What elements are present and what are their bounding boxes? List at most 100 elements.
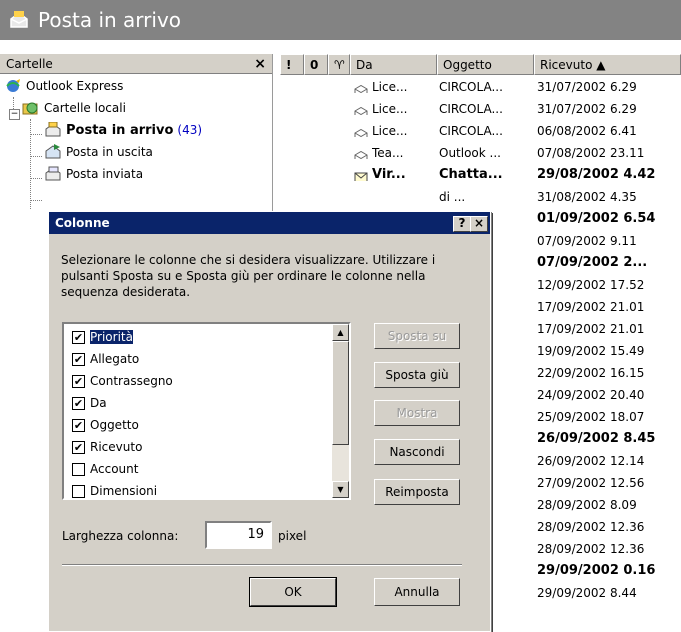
message-row[interactable]: di ... 31/08/2002 4.35 bbox=[280, 186, 681, 208]
column-width-input[interactable]: 19 bbox=[205, 521, 272, 549]
message-row[interactable]: Vir... Chatta... 29/08/2002 4.42 bbox=[280, 164, 681, 186]
hide-button[interactable]: Nascondi bbox=[374, 439, 460, 465]
message-received: 12/09/2002 17.52 bbox=[537, 278, 645, 292]
message-received: 07/09/2002 2... bbox=[537, 255, 648, 270]
inbox-icon bbox=[44, 121, 62, 138]
message-from bbox=[372, 186, 434, 208]
tree-item-sent[interactable]: Posta inviata bbox=[44, 163, 143, 185]
show-button[interactable]: Mostra bbox=[374, 400, 460, 426]
checked-checkbox-icon[interactable]: ✔ bbox=[72, 330, 85, 344]
message-received: 28/09/2002 12.36 bbox=[537, 542, 645, 556]
folders-pane-title: Cartelle bbox=[6, 56, 53, 71]
reset-button[interactable]: Reimposta bbox=[374, 479, 460, 505]
move-up-button[interactable]: Sposta su bbox=[374, 323, 460, 349]
message-subject: CIRCOLA... bbox=[439, 80, 503, 94]
listbox-scrollbar[interactable]: ▲ ▼ bbox=[332, 324, 349, 498]
column-option[interactable]: Account bbox=[66, 458, 332, 480]
message-received: 26/09/2002 12.14 bbox=[537, 454, 645, 468]
message-received: 27/09/2002 12.56 bbox=[537, 476, 645, 490]
move-down-button[interactable]: Sposta giù bbox=[374, 362, 460, 388]
local-folders-icon bbox=[22, 100, 40, 116]
message-received: 17/09/2002 21.01 bbox=[537, 300, 645, 314]
dialog-title-bar: Colonne bbox=[49, 212, 490, 234]
column-option-label: Allegato bbox=[90, 352, 140, 366]
unchecked-checkbox-icon[interactable] bbox=[72, 462, 85, 476]
window-title: Posta in arrivo bbox=[38, 8, 182, 32]
column-header-subject[interactable]: Oggetto bbox=[437, 54, 534, 75]
message-received: 31/07/2002 6.29 bbox=[537, 80, 637, 94]
column-width-label: Larghezza colonna: bbox=[62, 529, 179, 543]
column-option-label: Dimensioni bbox=[90, 484, 158, 498]
scroll-up-button[interactable]: ▲ bbox=[332, 324, 349, 341]
column-header-received[interactable]: Ricevuto ▲ bbox=[534, 54, 681, 75]
tree-item-outbox[interactable]: Posta in uscita bbox=[44, 141, 153, 163]
message-received: 19/09/2002 15.49 bbox=[537, 344, 645, 358]
column-header-flag[interactable]: ♈ bbox=[328, 54, 350, 75]
column-header-from[interactable]: Da bbox=[350, 54, 437, 75]
close-pane-button[interactable]: × bbox=[254, 56, 266, 72]
message-received: 01/09/2002 6.54 bbox=[537, 211, 656, 226]
help-button[interactable]: ? bbox=[453, 216, 471, 232]
column-option[interactable]: ✔ Da bbox=[66, 392, 332, 414]
message-row[interactable]: Lice... CIRCOLA... 06/08/2002 6.41 bbox=[280, 120, 681, 142]
column-header-priority[interactable]: ! bbox=[280, 54, 304, 75]
checked-checkbox-icon[interactable]: ✔ bbox=[72, 374, 85, 388]
column-option[interactable]: ✔ Allegato bbox=[66, 348, 332, 370]
message-subject: di ... bbox=[439, 190, 466, 204]
message-row[interactable]: Tea... Outlook ... 07/08/2002 23.11 bbox=[280, 142, 681, 164]
column-option[interactable]: Dimensioni bbox=[66, 480, 332, 498]
message-subject: CIRCOLA... bbox=[439, 124, 503, 138]
message-received: 28/09/2002 12.36 bbox=[537, 520, 645, 534]
column-option[interactable]: ✔ Priorità bbox=[66, 326, 332, 348]
folders-pane-header: Cartelle × bbox=[0, 54, 272, 74]
columns-listbox[interactable]: ✔ Priorità ✔ Allegato ✔ Contrassegno ✔ Da ✔ Ogget… bbox=[62, 322, 351, 500]
message-from: Lice... bbox=[372, 124, 408, 138]
checked-checkbox-icon[interactable]: ✔ bbox=[72, 418, 85, 432]
checked-checkbox-icon[interactable]: ✔ bbox=[72, 440, 85, 454]
tree-item-inbox[interactable]: Posta in arrivo (43) bbox=[44, 119, 202, 141]
message-received: 31/07/2002 6.29 bbox=[537, 102, 637, 116]
message-received: 25/09/2002 18.07 bbox=[537, 410, 645, 424]
column-header-attachment[interactable]: 0 bbox=[304, 54, 328, 75]
cancel-button[interactable]: Annulla bbox=[374, 578, 460, 606]
folder-title-bar: Posta in arrivo bbox=[0, 0, 681, 40]
message-received: 07/09/2002 9.11 bbox=[537, 234, 637, 248]
message-subject: CIRCOLA... bbox=[439, 102, 503, 116]
message-row[interactable]: Lice... CIRCOLA... 31/07/2002 6.29 bbox=[280, 98, 681, 120]
tree-item-local-folders[interactable]: Cartelle locali bbox=[22, 97, 126, 119]
scroll-down-button[interactable]: ▼ bbox=[332, 481, 349, 498]
tree-item-outlook-express[interactable]: Outlook Express bbox=[4, 75, 123, 97]
unchecked-checkbox-icon[interactable] bbox=[72, 484, 85, 498]
message-from: Vir... bbox=[372, 167, 406, 182]
message-subject: Outlook ... bbox=[439, 146, 501, 160]
read-message-icon bbox=[354, 81, 368, 93]
outbox-icon bbox=[44, 144, 62, 160]
columns-dialog: Colonne ? × Selezionare le colonne che s… bbox=[48, 211, 491, 632]
unread-message-icon bbox=[354, 169, 368, 181]
read-message-icon bbox=[354, 125, 368, 137]
column-option-label: Priorità bbox=[89, 329, 134, 345]
sent-items-icon bbox=[44, 166, 62, 182]
ok-button[interactable]: OK bbox=[250, 578, 336, 606]
close-button[interactable]: × bbox=[470, 216, 488, 232]
column-option[interactable]: ✔ Oggetto bbox=[66, 414, 332, 436]
checked-checkbox-icon[interactable]: ✔ bbox=[72, 352, 85, 366]
column-option-label: Ricevuto bbox=[90, 440, 143, 454]
collapse-icon[interactable]: − bbox=[9, 109, 20, 120]
message-received: 29/09/2002 8.44 bbox=[537, 586, 637, 600]
scroll-thumb[interactable] bbox=[332, 341, 349, 445]
message-received: 28/09/2002 8.09 bbox=[537, 498, 637, 512]
checked-checkbox-icon[interactable]: ✔ bbox=[72, 396, 85, 410]
column-option[interactable]: ✔ Contrassegno bbox=[66, 370, 332, 392]
message-received: 29/08/2002 4.42 bbox=[537, 167, 656, 182]
dialog-description: Selezionare le colonne che si desidera v… bbox=[61, 253, 436, 299]
unread-count: (43) bbox=[177, 123, 203, 137]
column-option[interactable]: ✔ Ricevuto bbox=[66, 436, 332, 458]
message-from: Lice... bbox=[372, 80, 408, 94]
message-received: 31/08/2002 4.35 bbox=[537, 190, 637, 204]
inbox-icon bbox=[8, 10, 30, 30]
column-option-label: Account bbox=[90, 462, 139, 476]
message-received: 26/09/2002 8.45 bbox=[537, 431, 656, 446]
message-row[interactable]: Lice... CIRCOLA... 31/07/2002 6.29 bbox=[280, 76, 681, 98]
read-message-icon bbox=[354, 103, 368, 115]
